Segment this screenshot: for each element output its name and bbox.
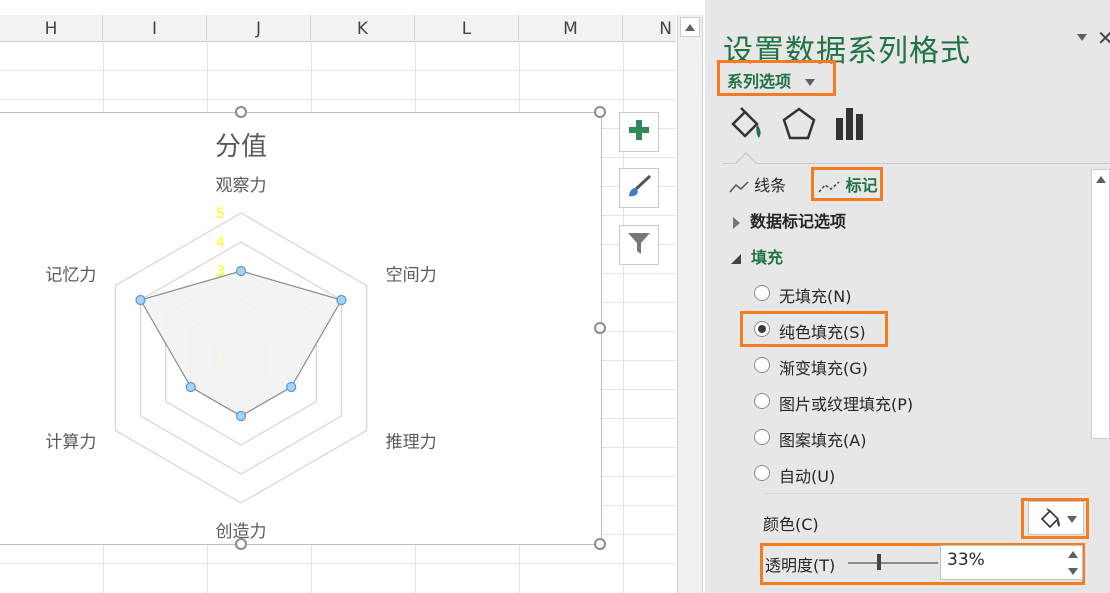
pane-options-dropdown[interactable]: [1077, 34, 1087, 41]
radar-point[interactable]: [135, 294, 146, 306]
resize-handle-right[interactable]: [594, 322, 606, 334]
resize-handle-bottom[interactable]: [235, 538, 247, 550]
column-header-m[interactable]: M: [519, 15, 623, 41]
radio-picture-fill-label[interactable]: 图片或纹理填充(P): [779, 391, 913, 415]
radio-solid-fill[interactable]: [754, 321, 770, 337]
chart-filters-button[interactable]: [619, 225, 659, 265]
subtab-marker[interactable]: 标记: [818, 172, 878, 196]
sheet-vertical-scrollbar[interactable]: [677, 15, 703, 593]
radar-chart[interactable]: 分值 012345 观察力空间力推理力创造力计算力记忆力: [0, 112, 602, 545]
color-label: 颜色(C): [763, 515, 819, 534]
marker-line-icon: [818, 180, 840, 192]
chevron-up-icon: [685, 23, 695, 31]
transparency-slider-thumb[interactable]: [877, 554, 881, 570]
line-icon: [729, 180, 749, 192]
radar-point[interactable]: [235, 410, 247, 422]
chevron-expanded-icon: [731, 253, 741, 264]
gridline: [0, 99, 676, 100]
resize-handle-bottom-right[interactable]: [594, 538, 606, 550]
plus-icon: [628, 119, 650, 145]
subtab-line[interactable]: 线条: [729, 172, 786, 196]
radio-automatic-label[interactable]: 自动(U): [779, 463, 835, 487]
pane-scrollbar[interactable]: [1091, 169, 1110, 439]
radar-series[interactable]: [135, 265, 347, 422]
series-options-dropdown[interactable]: 系列选项: [727, 68, 815, 92]
chart-elements-button[interactable]: [619, 112, 659, 152]
column-header-l[interactable]: L: [415, 15, 519, 41]
fill-section-label: 填充: [751, 248, 784, 267]
chart-styles-button[interactable]: [619, 168, 659, 208]
series-options-bars-icon[interactable]: [831, 104, 871, 148]
radar-series-area[interactable]: [139, 270, 343, 417]
chevron-down-icon: [804, 79, 815, 86]
subtab-marker-label: 标记: [845, 176, 878, 195]
radio-pattern-fill-label[interactable]: 图案填充(A): [779, 427, 866, 451]
format-data-series-pane: 设置数据系列格式 ✕ 系列选项 线条 标记 数据标记选项 填充 无填充(N) 纯…: [705, 0, 1110, 593]
radar-tick-label: 5: [216, 206, 225, 222]
column-header-n[interactable]: N: [623, 15, 676, 41]
radar-point[interactable]: [336, 294, 347, 306]
chart-title[interactable]: 分值: [215, 132, 267, 162]
spin-up-icon[interactable]: [1068, 551, 1078, 558]
tab-separator: [723, 163, 1110, 164]
spreadsheet-grid[interactable]: H I J K L M N 分值 012345 观察力空间力推理力创造力计算力记…: [0, 0, 676, 593]
chevron-down-icon: [1067, 516, 1077, 523]
radar-category-label: 空间力: [386, 266, 437, 286]
radio-solid-fill-label[interactable]: 纯色填充(S): [779, 319, 866, 343]
radar-point[interactable]: [235, 265, 247, 277]
resize-handle-top-right[interactable]: [594, 106, 606, 118]
radar-tick-label: 4: [216, 235, 225, 251]
pane-scrollbar-track[interactable]: [1091, 439, 1110, 593]
chevron-up-icon[interactable]: [1096, 176, 1106, 183]
radar-category-label: 观察力: [216, 176, 267, 196]
radio-gradient-fill[interactable]: [754, 357, 770, 373]
gridline: [0, 70, 676, 71]
radio-pattern-fill[interactable]: [754, 429, 770, 445]
divider: [763, 493, 1088, 494]
funnel-icon: [626, 230, 652, 260]
brush-icon: [626, 173, 652, 203]
radio-gradient-fill-label[interactable]: 渐变填充(G): [779, 355, 868, 379]
fill-line-icon[interactable]: [727, 104, 767, 148]
chevron-right-icon: [733, 216, 740, 229]
subtab-line-label: 线条: [754, 176, 787, 195]
radar-chart-plot[interactable]: 分值 012345 观察力空间力推理力创造力计算力记忆力: [0, 113, 601, 544]
radio-no-fill-label[interactable]: 无填充(N): [779, 283, 851, 307]
transparency-input[interactable]: 33%: [940, 545, 1083, 580]
paint-bucket-icon: [1039, 508, 1061, 534]
color-picker-button[interactable]: [1028, 501, 1084, 535]
scroll-up-button[interactable]: [680, 17, 700, 37]
radar-point[interactable]: [286, 381, 297, 393]
radar-category-label: 记忆力: [45, 266, 96, 286]
series-options-label: 系列选项: [727, 72, 792, 91]
transparency-slider-track[interactable]: [848, 562, 938, 564]
radar-point[interactable]: [185, 381, 196, 393]
radar-category-label: 推理力: [386, 433, 437, 453]
column-header-row: H I J K L M N: [0, 15, 676, 42]
column-header-k[interactable]: K: [311, 15, 415, 41]
marker-options-section[interactable]: 数据标记选项: [733, 208, 846, 232]
resize-handle-top[interactable]: [235, 106, 247, 118]
radio-automatic[interactable]: [754, 465, 770, 481]
radio-no-fill[interactable]: [754, 285, 770, 301]
column-header-i[interactable]: I: [103, 15, 207, 41]
column-header-h[interactable]: H: [0, 15, 103, 41]
tab-indicator-inner: [736, 154, 756, 164]
fill-section[interactable]: 填充: [731, 244, 783, 268]
effects-pentagon-icon[interactable]: [779, 104, 819, 148]
transparency-label: 透明度(T): [765, 556, 836, 575]
column-header-j[interactable]: J: [207, 15, 311, 41]
marker-options-label: 数据标记选项: [750, 212, 847, 231]
spin-down-icon[interactable]: [1068, 568, 1078, 575]
radar-category-label: 计算力: [45, 433, 96, 453]
close-icon[interactable]: ✕: [1097, 26, 1110, 50]
chevron-down-icon: [1077, 34, 1087, 41]
gridline: [0, 563, 676, 564]
radio-picture-fill[interactable]: [754, 393, 770, 409]
